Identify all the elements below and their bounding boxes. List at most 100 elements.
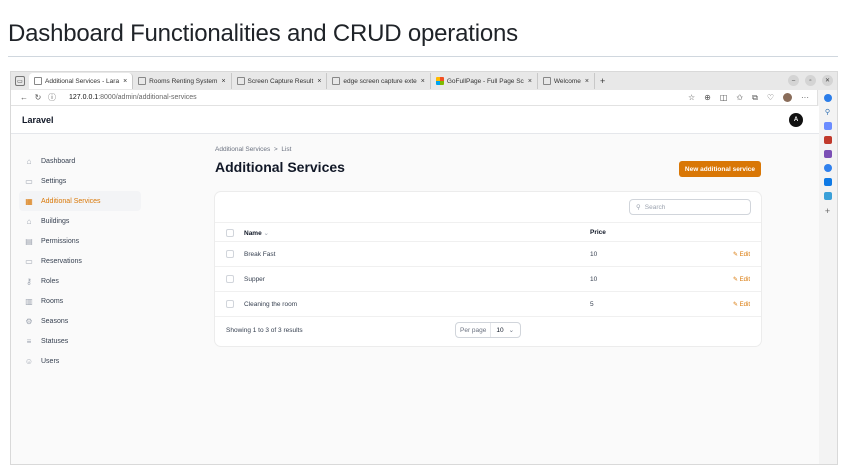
sidebar-item-label: Statuses [41,337,69,345]
close-window-icon[interactable]: ✕ [822,75,833,86]
sidebar-item-label: Seasons [41,317,69,325]
page-heading: Dashboard Functionalities and CRUD opera… [8,20,518,47]
close-tab-icon[interactable]: × [585,78,589,85]
table-footer: Showing 1 to 3 of 3 results Per page 10 … [215,317,761,346]
brand-logo[interactable]: Laravel [22,115,54,125]
favorites-icon[interactable]: ✩ [736,93,743,103]
search-placeholder: Search [644,203,666,211]
collections-icon[interactable]: ⧉ [752,93,758,103]
sidebar-item-reservations[interactable]: ▭ Reservations [19,251,141,271]
tab-favicon-icon [138,77,147,85]
info-icon[interactable]: ⓘ [45,92,59,103]
tab-favicon-icon [435,77,444,85]
close-tab-icon[interactable]: × [421,78,425,85]
url-field[interactable]: 127.0.0.1:8000/admin/additional-services [69,94,197,101]
sidebar-item-dashboard[interactable]: ⌂ Dashboard [19,151,141,171]
column-name-label: Name [244,230,262,237]
sidebar-item-additional-services[interactable]: ▦ Additional Services [19,191,141,211]
browser-tab[interactable]: Welcome × [538,73,595,89]
sidebar-item-users[interactable]: ☺ Users [19,351,141,371]
home-icon: ⌂ [26,216,32,226]
tab-label: Screen Capture Result [247,77,314,85]
search-icon[interactable]: ⚲ [825,108,830,116]
close-tab-icon[interactable]: × [221,78,225,85]
edit-link[interactable]: ✎ Edit [733,251,750,258]
edit-link[interactable]: ✎ Edit [733,301,750,308]
sort-chevron-icon: ⌄ [263,230,269,237]
extensions-icon[interactable]: ⊕ [704,93,711,103]
row-checkbox[interactable] [226,250,234,258]
browser-tab[interactable]: Rooms Renting System × [133,73,232,89]
restore-icon[interactable]: ▫ [805,75,816,86]
edit-icon: ✎ [732,277,738,283]
new-additional-service-button[interactable]: New additional service [678,161,761,177]
browser-tab[interactable]: Screen Capture Result × [232,73,328,89]
sidebar-item-permissions[interactable]: ▤ Permissions [19,231,141,251]
edit-icon: ✎ [732,302,738,308]
calendar-icon: ▤ [25,236,33,246]
edit-link[interactable]: ✎ Edit [733,276,750,283]
cell-price: 10 [590,251,598,258]
table-row: Supper 10 ✎ Edit [215,267,761,292]
receipt-icon: ▭ [25,256,33,266]
drop-icon[interactable] [823,192,832,200]
split-screen-icon[interactable]: ◫ [720,93,728,103]
tab-label: Additional Services - Lara [45,77,120,85]
search-input[interactable]: ⚲ Search [629,199,751,215]
copilot-icon[interactable] [823,94,832,102]
sidebar-item-buildings[interactable]: ⌂ Buildings [19,211,141,231]
office-icon[interactable] [823,164,832,172]
tab-favicon-icon [236,77,245,85]
close-tab-icon[interactable]: × [317,78,321,85]
tools-icon[interactable] [823,136,832,144]
browser-essentials-icon[interactable]: ♡ [767,93,774,103]
sidebar-item-rooms[interactable]: ▥ Rooms [19,291,141,311]
sidebar-item-settings[interactable]: ▭ Settings [19,171,141,191]
cell-price: 5 [590,301,594,308]
tab-bar: ▭ Additional Services - Lara × Rooms Renti… [11,72,837,90]
table-row: Break Fast 10 ✎ Edit [215,242,761,267]
sidebar-item-label: Reservations [41,257,82,265]
close-tab-icon[interactable]: × [123,78,127,85]
address-bar: ← ↻ ⓘ 127.0.0.1:8000/admin/additional-se… [11,90,837,106]
close-tab-icon[interactable]: × [528,78,532,85]
sidebar-item-roles[interactable]: ⚷ Roles [19,271,141,291]
new-tab-button[interactable]: + [595,76,610,86]
shopping-icon[interactable] [823,122,832,130]
sidebar-item-label: Roles [41,277,59,285]
browser-tab[interactable]: Additional Services - Lara × [29,73,134,89]
browser-tab[interactable]: edge screen capture exte × [327,73,431,89]
edit-icon: ✎ [732,252,738,258]
cell-name: Break Fast [244,251,276,258]
profile-icon[interactable] [783,93,792,102]
back-icon[interactable]: ← [17,93,31,102]
favorite-icon[interactable]: ☆ [688,93,695,103]
column-name-header[interactable]: Name ⌄ [244,229,269,237]
tab-favicon-icon [542,77,551,85]
sidebar-item-seasons[interactable]: ⚙ Seasons [19,311,141,331]
home-icon: ⌂ [26,156,32,166]
per-page-select[interactable]: Per page 10 ⌄ [455,322,521,338]
sidebar-item-label: Rooms [41,297,64,305]
tab-actions-icon[interactable]: ▭ [15,76,25,86]
more-icon[interactable]: ··· [801,93,809,103]
row-checkbox[interactable] [226,300,234,308]
per-page-value: 10 [496,326,504,334]
sidebar-item-statuses[interactable]: ≡ Statuses [19,331,141,351]
select-all-checkbox[interactable] [226,229,234,237]
refresh-icon[interactable]: ↻ [31,93,45,102]
outlook-icon[interactable] [823,178,832,186]
row-checkbox[interactable] [226,275,234,283]
browser-tab[interactable]: GoFullPage - Full Page Sc × [431,73,538,89]
breadcrumb-parent[interactable]: Additional Services [215,146,270,153]
minimize-icon[interactable]: – [788,75,799,86]
per-page-label: Per page [456,323,492,337]
user-avatar[interactable]: A [789,113,803,127]
table-header: Name ⌄ Price [215,222,761,242]
games-icon[interactable] [823,150,832,158]
document-icon: ▭ [25,176,33,186]
column-price-header: Price [590,229,606,236]
sidebar: ⌂ Dashboard ▭ Settings ▦ Additional Services ⌂… [19,151,141,371]
table-row: Cleaning the room 5 ✎ Edit [215,292,761,317]
add-icon[interactable]: + [825,206,830,216]
